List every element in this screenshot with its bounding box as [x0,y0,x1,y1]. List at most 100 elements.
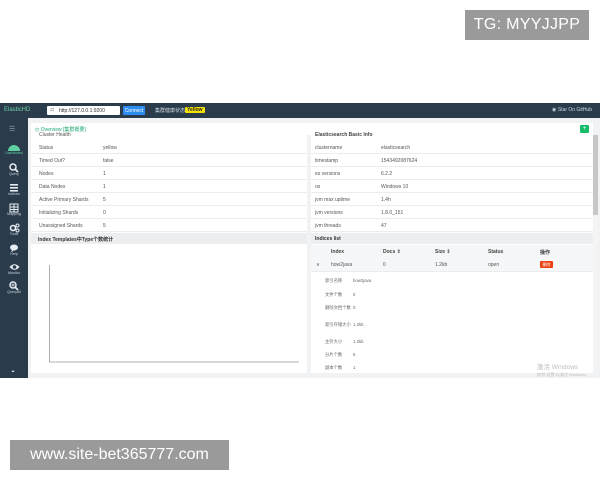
list-icon [0,180,28,192]
table-row: jvm max uptime 1.4h [311,194,593,206]
chevron-down-icon[interactable]: ∨ [316,262,320,268]
row-key: os [315,184,321,190]
top-bar: ElasticHD ⇄ Connect 集群健康状态： Yellow ◉ Sta… [0,103,600,118]
brand-logo[interactable]: ElasticHD [4,107,30,113]
url-field-wrapper: ⇄ [47,106,120,115]
sidebar-item-label: Mapping [7,212,21,216]
detail-key: 索引名称 [325,278,343,283]
status-cell: open [488,262,500,268]
dashboard-icon [0,139,28,152]
detail-key: 分片个数 [325,352,343,357]
table-row: Unassigned Shards 5 [31,220,307,232]
table-row: Nodes 1 [31,168,307,180]
row-value: 5 [103,197,106,203]
sidebar-item-label: Dashboard [5,151,23,155]
search-icon [0,160,28,173]
sidebar-bottom-icon[interactable]: ⏶ [11,369,15,375]
row-value: Windows 10 [381,184,409,190]
sidebar-item-label: Tools [9,232,19,236]
sidebar-item-indices[interactable]: Indices [0,180,28,196]
detail-key: 文件个数 [325,292,343,297]
table-row: es versions 6.2.2 [311,168,593,180]
row-key: Status [39,145,54,151]
detail-value: 0 [353,305,356,310]
link-icon: ⇄ [50,107,55,113]
table-row: jvm versions 1.8.0_151 [311,207,593,219]
windows-watermark-line2: 转到"设置"以激活 Windows。 [537,372,590,377]
table-row: Active Primary Shards 5 [31,194,307,206]
sidebar: ☰ Dashboard Query Indices Mapping Tools … [0,118,28,378]
indices-table-header: Index Docs ⇕ Size ⇕ Status 操作 [311,245,593,257]
sidebar-item-label: QueryAll [7,290,21,294]
row-key: Initializing Shards [39,210,79,216]
delete-button[interactable]: 删除 [540,261,553,268]
row-key: Nodes [39,171,54,177]
sidebar-item-dashboard[interactable]: Dashboard [0,139,28,155]
github-star-link[interactable]: ◉ Star On GitHub [552,107,592,113]
index-templates-chart [49,265,301,365]
sidebar-item-help[interactable]: Help [0,240,28,256]
sidebar-item-query[interactable]: Query [0,160,28,176]
table-row: Timed Out? false [31,155,307,167]
sidebar-item-tools[interactable]: Tools [0,220,28,236]
detail-value: 1 [353,365,356,370]
table-row: Status yellow [31,142,307,154]
row-value: 0 [103,210,106,216]
overview-header: ◴ Overview [集群概要] + [31,123,593,135]
detail-key: 删除文档个数 [325,305,351,310]
cluster-health-panel: Cluster Health Status yellow Timed Out? fa… [31,132,307,373]
sidebar-item-mapping[interactable]: Mapping [0,200,28,216]
table-row: ∨ how2java 0 1.2kb open 删除 [311,257,593,272]
sidebar-item-monitor[interactable]: Monitor [0,259,28,275]
github-star-label: Star On GitHub [557,107,592,113]
sidebar-item-label: Query [9,172,19,176]
row-value: 1.8.0_151 [381,210,404,216]
row-value: 1 [103,184,106,190]
table-row: timestamp 1543492087624 [311,155,593,167]
table-icon [0,200,28,213]
sidebar-item-label: Monitor [8,271,20,275]
add-button[interactable]: + [580,125,589,133]
row-key: Data Nodes [39,184,66,190]
scrollbar-thumb[interactable] [593,135,598,215]
index-templates-header: Index Templates中Type个数统计 [31,233,307,244]
detail-key: 索引存储大小 [325,322,351,327]
col-header-size[interactable]: Size ⇕ [435,249,451,255]
url-input[interactable] [59,107,117,114]
connect-button[interactable]: Connect [123,106,145,115]
sidebar-item-queryall[interactable]: QueryAll [0,278,28,294]
elastichd-window: ElasticHD ⇄ Connect 集群健康状态： Yellow ◉ Sta… [0,103,600,378]
github-icon: ◉ [552,107,557,113]
row-key: Timed Out? [39,158,65,164]
table-row: clustername elasticsearch [311,142,593,154]
chart-axes [49,265,299,363]
cogs-icon [0,220,28,233]
menu-toggle-icon[interactable]: ☰ [9,125,15,133]
detail-value: 1.2kb [353,322,364,327]
windows-watermark-line1: 激活 Windows [537,364,579,371]
row-key: Unassigned Shards [39,223,83,229]
scrollbar[interactable] [593,135,598,371]
row-key: clustername [315,145,343,151]
indices-list-title: Indices list [315,236,341,242]
detail-value: 1.2kb [353,339,364,344]
table-row: os Windows 10 [311,181,593,193]
basic-info-panel: Elasticsearch Basic Info clustername elas… [311,132,593,377]
row-value: 1 [103,171,106,177]
row-value: yellow [103,145,117,151]
index-templates-title: Index Templates中Type个数统计 [38,237,114,243]
row-key: jvm max uptime [315,197,351,203]
detail-value: how2java [353,278,372,283]
row-key: timestamp [315,158,339,164]
cluster-health-header: Cluster Health [39,132,71,138]
col-header-docs[interactable]: Docs ⇕ [383,249,401,255]
sidebar-item-label: Indices [8,192,20,196]
row-key: Active Primary Shards [39,197,89,203]
table-row: Data Nodes 1 [31,181,307,193]
detail-value: 0 [353,292,356,297]
index-name-cell: how2java [331,262,353,268]
bottom-watermark: www.site-bet365777.com [10,440,229,470]
main-content: ◴ Overview [集群概要] + Cluster Health Statu… [28,118,600,378]
table-row: Initializing Shards 0 [31,207,307,219]
chat-icon [0,240,28,253]
